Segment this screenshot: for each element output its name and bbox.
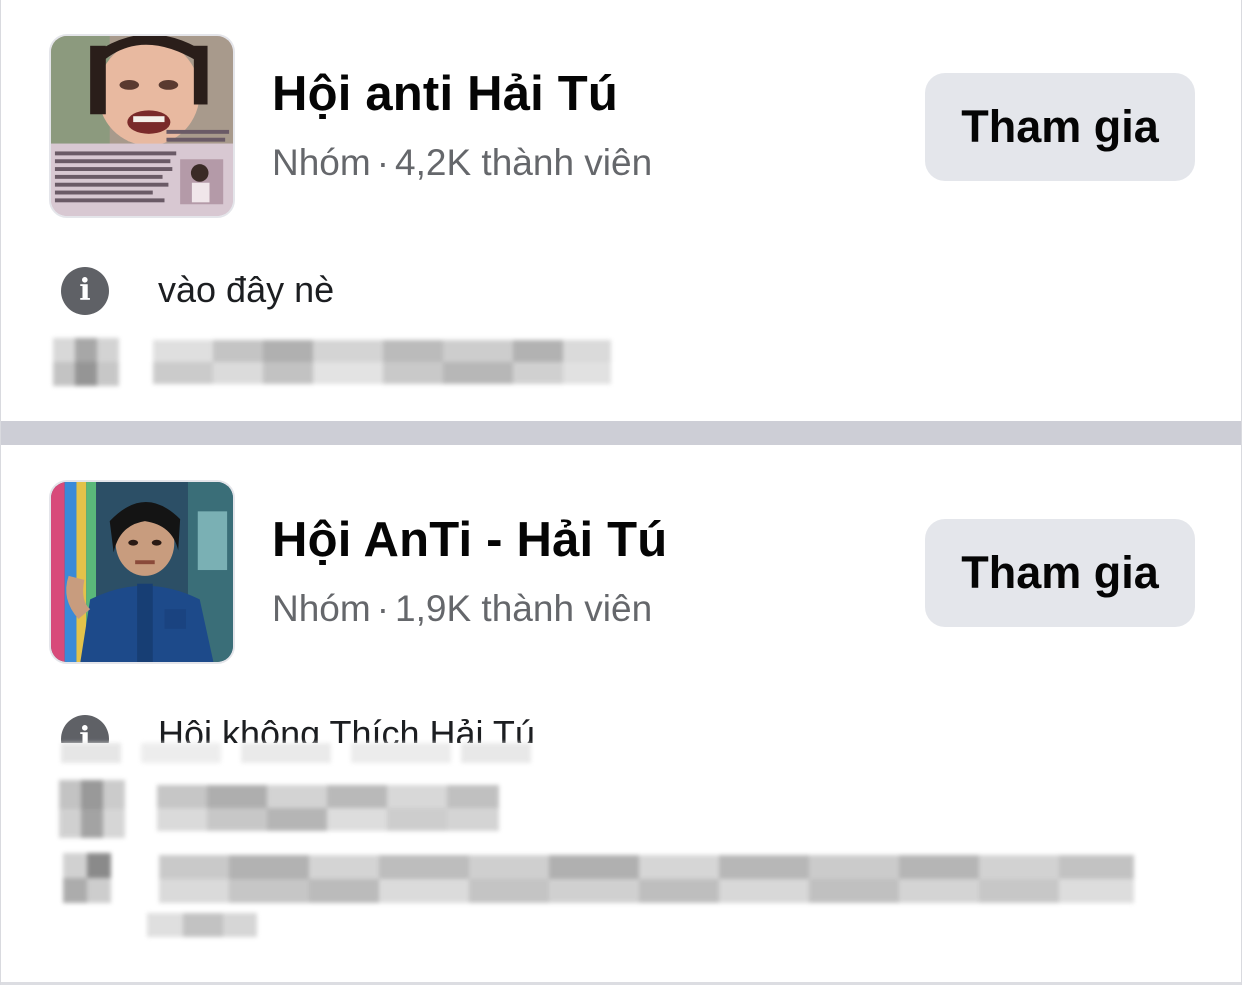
info-icon: i xyxy=(61,267,109,315)
group-search-results: Hội anti Hải Tú Nhóm · 4,2K thành viên Tha… xyxy=(0,0,1242,985)
group-cover-image[interactable] xyxy=(49,480,235,664)
join-button[interactable]: Tham gia xyxy=(925,73,1195,181)
group-description: Hội không Thích Hải Tú xyxy=(158,713,535,743)
redacted-text xyxy=(147,913,257,937)
redacted-strip xyxy=(61,743,531,763)
info-icon: i xyxy=(61,715,109,743)
member-count: 4,2K thành viên xyxy=(395,142,653,183)
member-count: 1,9K thành viên xyxy=(395,588,653,629)
description-row: i Hội không Thích Hải Tú xyxy=(41,707,661,743)
group-type: Nhóm xyxy=(272,588,371,629)
group-name[interactable]: Hội anti Hải Tú xyxy=(272,66,618,122)
redacted-text xyxy=(153,340,611,384)
separator-dot: · xyxy=(376,142,390,183)
redacted-text xyxy=(157,785,499,831)
redacted-icon xyxy=(63,853,111,903)
group-description: vào đây nè xyxy=(158,269,335,310)
join-button[interactable]: Tham gia xyxy=(925,519,1195,627)
group-meta: Nhóm · 4,2K thành viên xyxy=(272,142,652,184)
group-name[interactable]: Hội AnTi - Hải Tú xyxy=(272,512,667,568)
group-card[interactable]: Hội anti Hải Tú Nhóm · 4,2K thành viên Tha… xyxy=(1,0,1241,421)
group-meta: Nhóm · 1,9K thành viên xyxy=(272,588,652,630)
redacted-icon xyxy=(59,780,125,838)
section-divider xyxy=(1,421,1241,445)
redacted-text xyxy=(159,855,1134,903)
separator-dot: · xyxy=(376,588,390,629)
group-card[interactable]: Hội AnTi - Hải Tú Nhóm · 1,9K thành viên T… xyxy=(1,445,1241,985)
group-type: Nhóm xyxy=(272,142,371,183)
redacted-icon xyxy=(53,338,119,386)
group-cover-image[interactable] xyxy=(49,34,235,218)
